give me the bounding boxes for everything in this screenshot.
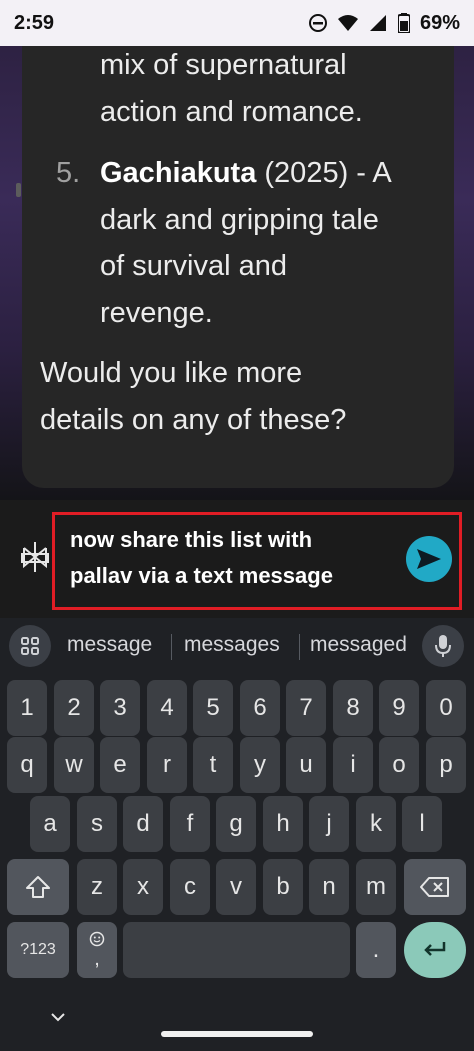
keyboard-apps-button[interactable] xyxy=(9,625,51,667)
key-9[interactable]: 9 xyxy=(379,680,419,736)
emoji-icon xyxy=(89,931,105,947)
message-input-text[interactable]: now share this list with xyxy=(70,527,312,553)
key-w[interactable]: w xyxy=(54,737,94,793)
key-r[interactable]: r xyxy=(147,737,187,793)
key-z[interactable]: z xyxy=(77,859,117,915)
backspace-icon xyxy=(420,877,449,897)
cell-signal-icon xyxy=(369,15,386,31)
key-1[interactable]: 1 xyxy=(7,680,47,736)
key-7[interactable]: 7 xyxy=(286,680,326,736)
key-c[interactable]: c xyxy=(170,859,210,915)
status-icons: 69% xyxy=(308,12,460,35)
send-button[interactable] xyxy=(406,536,452,582)
suggestion-chip[interactable]: message xyxy=(67,633,152,657)
key-8[interactable]: 8 xyxy=(333,680,373,736)
list-number: 5. xyxy=(56,157,81,189)
enter-key[interactable] xyxy=(404,922,466,978)
scroll-indicator xyxy=(16,183,21,197)
key-0[interactable]: 0 xyxy=(426,680,466,736)
message-input-text[interactable]: pallav via a text message xyxy=(70,563,333,589)
message-line: action and romance. xyxy=(100,96,363,128)
hide-keyboard-chevron-icon[interactable] xyxy=(49,1008,67,1026)
key-s[interactable]: s xyxy=(77,796,117,852)
status-time: 2:59 xyxy=(14,11,55,34)
key-o[interactable]: o xyxy=(379,737,419,793)
follow-up-question: Would you like more xyxy=(40,357,303,389)
list-item-title: Gachiakuta xyxy=(100,157,257,189)
key-6[interactable]: 6 xyxy=(240,680,280,736)
message-line: revenge. xyxy=(100,297,213,329)
key-g[interactable]: g xyxy=(216,796,256,852)
home-gesture-bar[interactable] xyxy=(161,1031,313,1037)
key-y[interactable]: y xyxy=(240,737,280,793)
list-item-year: (2025) - A xyxy=(256,157,392,189)
message-line: dark and gripping tale xyxy=(100,204,379,236)
comma-label: , xyxy=(94,948,100,970)
key-i[interactable]: i xyxy=(333,737,373,793)
status-bar: 2:59 69% xyxy=(0,0,474,46)
message-line: mix of supernatural xyxy=(100,49,347,81)
suggestion-divider xyxy=(299,634,300,660)
battery-icon xyxy=(397,13,410,33)
key-p[interactable]: p xyxy=(426,737,466,793)
key-b[interactable]: b xyxy=(263,859,303,915)
list-item-title-line: Gachiakuta (2025) - A xyxy=(100,150,392,197)
apps-grid-icon xyxy=(21,637,39,655)
do-not-disturb-icon xyxy=(308,14,327,32)
battery-percent: 69% xyxy=(419,11,460,34)
follow-up-question: details on any of these? xyxy=(40,404,347,436)
shift-key[interactable] xyxy=(7,859,69,915)
suggestion-chip[interactable]: messages xyxy=(184,633,280,657)
voice-input-button[interactable] xyxy=(422,625,464,667)
backspace-key[interactable] xyxy=(404,859,466,915)
key-e[interactable]: e xyxy=(100,737,140,793)
suggestion-divider xyxy=(171,634,172,660)
suggestion-chip[interactable]: messaged xyxy=(310,633,407,657)
key-m[interactable]: m xyxy=(356,859,396,915)
symbols-key[interactable]: ?123 xyxy=(7,922,69,978)
key-l[interactable]: l xyxy=(402,796,442,852)
key-x[interactable]: x xyxy=(123,859,163,915)
send-icon xyxy=(417,549,441,569)
message-line: of survival and xyxy=(100,250,287,282)
key-5[interactable]: 5 xyxy=(193,680,233,736)
key-n[interactable]: n xyxy=(309,859,349,915)
key-q[interactable]: q xyxy=(7,737,47,793)
key-d[interactable]: d xyxy=(123,796,163,852)
wifi-icon xyxy=(337,15,358,31)
key-u[interactable]: u xyxy=(286,737,326,793)
perplexity-logo-icon[interactable] xyxy=(20,540,50,574)
key-t[interactable]: t xyxy=(193,737,233,793)
enter-icon xyxy=(424,942,446,956)
emoji-key[interactable]: , xyxy=(77,922,117,978)
key-3[interactable]: 3 xyxy=(100,680,140,736)
key-j[interactable]: j xyxy=(309,796,349,852)
key-k[interactable]: k xyxy=(356,796,396,852)
space-bar[interactable] xyxy=(123,922,350,978)
key-4[interactable]: 4 xyxy=(147,680,187,736)
microphone-icon xyxy=(435,635,451,657)
period-key[interactable]: . xyxy=(356,922,396,978)
shift-icon xyxy=(26,876,50,898)
key-h[interactable]: h xyxy=(263,796,303,852)
key-2[interactable]: 2 xyxy=(54,680,94,736)
key-f[interactable]: f xyxy=(170,796,210,852)
key-v[interactable]: v xyxy=(216,859,256,915)
key-a[interactable]: a xyxy=(30,796,70,852)
